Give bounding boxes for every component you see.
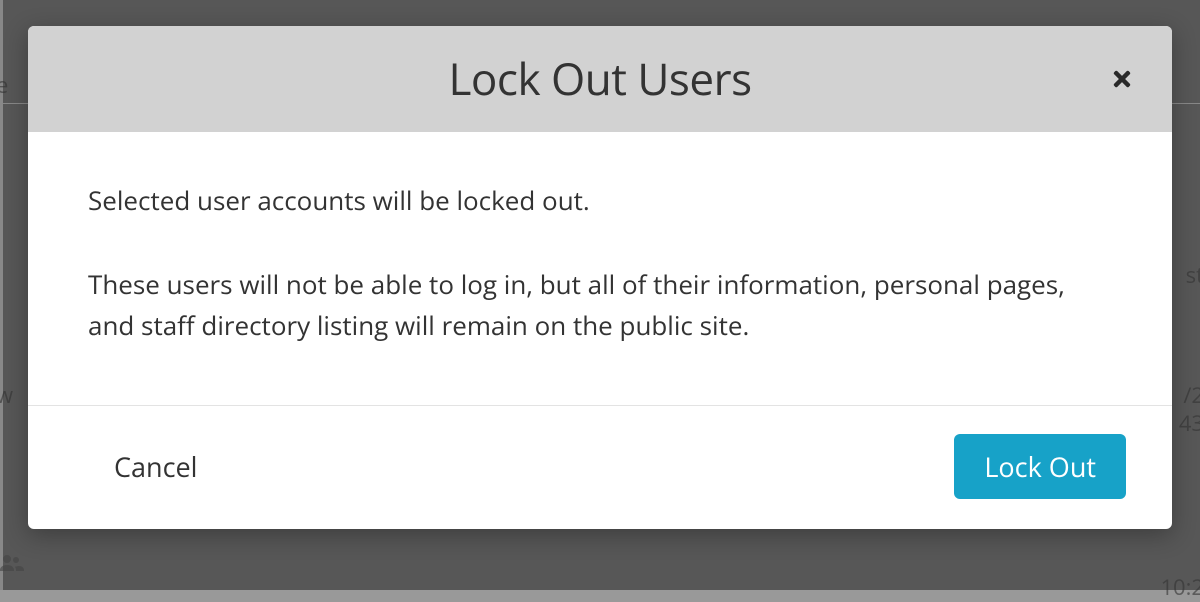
modal-title: Lock Out Users [448,48,751,108]
users-icon [0,550,24,577]
bg-fragment: /2 [1183,380,1200,410]
close-icon [1110,67,1134,91]
bg-fragment: 43 [1179,408,1200,438]
lock-out-button[interactable]: Lock Out [954,434,1126,499]
modal-body: Selected user accounts will be locked ou… [28,132,1172,405]
bg-fragment: st [1186,260,1200,290]
bg-fragment: w [0,380,13,410]
modal-header: Lock Out Users [28,26,1172,132]
modal-body-line2: These users will not be able to log in, … [88,264,1112,345]
modal-footer: Cancel Lock Out [28,405,1172,529]
cancel-button[interactable]: Cancel [74,440,237,493]
bg-fragment: e [0,70,8,100]
close-button[interactable] [1108,65,1136,93]
bg-fragment: 10:2 [1160,572,1200,602]
modal-body-line1: Selected user accounts will be locked ou… [88,180,1112,220]
lock-out-users-modal: Lock Out Users Selected user accounts wi… [28,26,1172,529]
